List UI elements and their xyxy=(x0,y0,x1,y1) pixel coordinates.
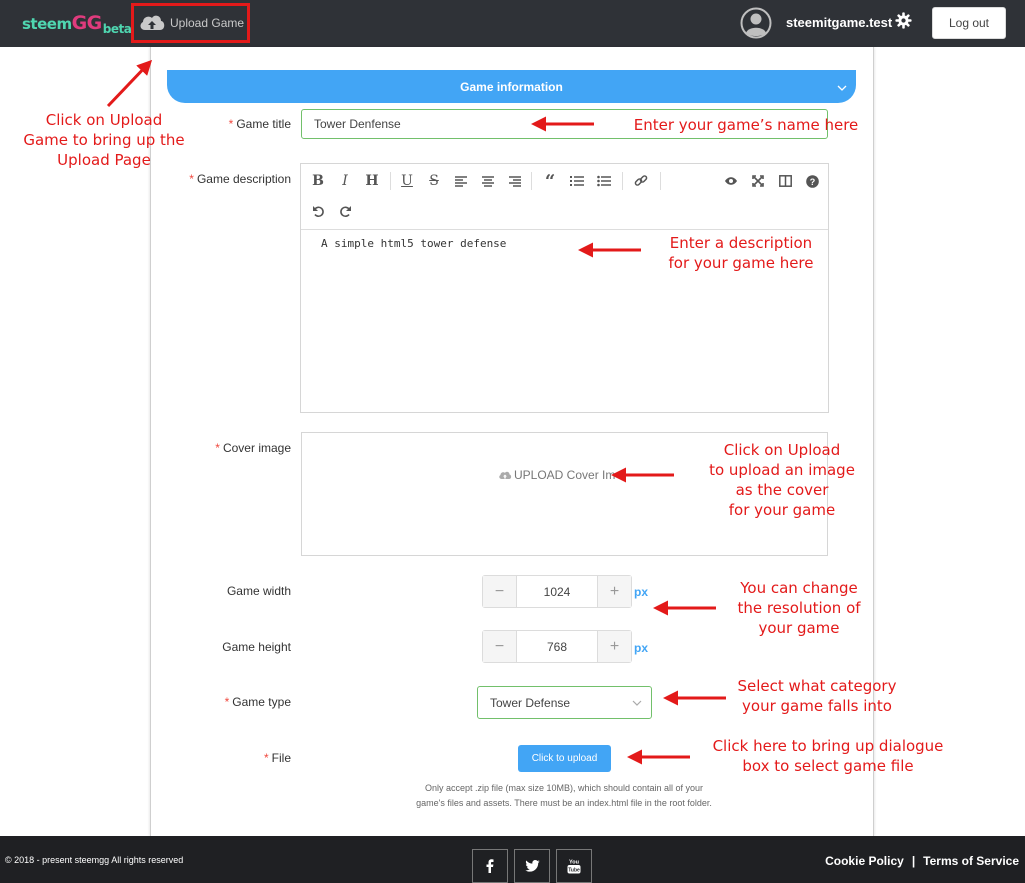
gear-icon[interactable] xyxy=(895,12,912,29)
game-description-label: * Game description xyxy=(189,172,291,186)
facebook-icon[interactable] xyxy=(472,849,508,883)
user-avatar-icon[interactable] xyxy=(740,7,772,39)
footer-links: Cookie Policy | Terms of Service xyxy=(825,854,1019,868)
chevron-down-icon xyxy=(632,700,642,706)
game-height-stepper: − 768 + xyxy=(482,630,632,663)
game-type-select[interactable]: Tower Defense xyxy=(477,686,652,719)
footer-separator: | xyxy=(911,854,916,868)
annotation-resolution: You can change the resolution of your ga… xyxy=(737,579,861,637)
align-right-icon[interactable] xyxy=(506,172,524,190)
upload-game-label: Upload Game xyxy=(170,16,245,30)
cover-upload-link[interactable]: UPLOAD Cover Im xyxy=(498,468,615,482)
game-width-input[interactable]: 1024 xyxy=(516,576,598,607)
game-type-label: * Game type xyxy=(224,695,291,709)
editor-toolbar: B I H U S “ ? xyxy=(301,164,828,230)
top-navbar: steemGGbeta Upload Game steemitgame.test… xyxy=(0,0,1025,47)
footer: © 2018 - present steemgg All rights rese… xyxy=(0,836,1025,883)
annotation-category: Select what category your game falls int… xyxy=(737,677,897,715)
underline-icon[interactable]: U xyxy=(398,172,416,190)
game-height-unit: px xyxy=(634,641,649,655)
file-hint-text: Only accept .zip file (max size 10MB), w… xyxy=(416,783,712,808)
align-center-icon[interactable] xyxy=(479,172,497,190)
cookie-policy-link[interactable]: Cookie Policy xyxy=(825,854,904,868)
game-width-decrement-button[interactable]: − xyxy=(483,576,516,607)
quote-icon[interactable]: “ xyxy=(541,171,559,192)
link-icon[interactable] xyxy=(632,172,650,190)
annotation-file: Click here to bring up dialogue box to s… xyxy=(712,737,944,775)
undo-icon[interactable] xyxy=(309,202,327,220)
annotation-title: Enter your game’s name here xyxy=(633,116,859,134)
chevron-down-icon xyxy=(837,85,847,91)
section-title: Game information xyxy=(460,79,563,94)
game-height-label: Game height xyxy=(222,640,291,654)
upload-game-nav-button[interactable]: Upload Game xyxy=(131,3,250,43)
preview-eye-icon[interactable] xyxy=(722,172,740,190)
youtube-icon[interactable]: You Tube xyxy=(556,849,592,883)
annotation-upload-nav: Click on Upload Game to bring up the Upl… xyxy=(23,111,185,169)
cloud-upload-icon xyxy=(140,15,165,30)
cover-image-label: * Cover image xyxy=(215,441,291,455)
game-width-unit: px xyxy=(634,585,649,599)
strikethrough-icon[interactable]: S xyxy=(425,172,443,190)
logout-button[interactable]: Log out xyxy=(932,7,1006,39)
svg-text:Tube: Tube xyxy=(568,868,580,874)
game-width-stepper: − 1024 + xyxy=(482,575,632,608)
game-height-increment-button[interactable]: + xyxy=(598,631,631,662)
side-by-side-icon[interactable] xyxy=(776,172,794,190)
svg-text:You: You xyxy=(569,860,579,866)
game-description-textarea[interactable]: A simple html5 tower defense xyxy=(321,237,506,250)
username[interactable]: steemitgame.test xyxy=(786,15,892,30)
ordered-list-icon[interactable] xyxy=(568,172,586,190)
fullscreen-icon[interactable] xyxy=(749,172,767,190)
align-left-icon[interactable] xyxy=(452,172,470,190)
arrow-to-upload-nav xyxy=(106,59,153,108)
bold-icon[interactable]: B xyxy=(309,172,327,190)
steemgg-logo[interactable]: steemGGbeta xyxy=(22,12,132,36)
game-width-increment-button[interactable]: + xyxy=(598,576,631,607)
unordered-list-icon[interactable] xyxy=(595,172,613,190)
help-icon[interactable]: ? xyxy=(803,172,821,190)
svg-text:?: ? xyxy=(809,177,815,187)
file-label: * File xyxy=(263,751,291,765)
game-height-input[interactable]: 768 xyxy=(516,631,598,662)
terms-of-service-link[interactable]: Terms of Service xyxy=(923,854,1019,868)
click-to-upload-button[interactable]: Click to upload xyxy=(518,745,611,772)
twitter-icon[interactable] xyxy=(514,849,550,883)
game-width-label: Game width xyxy=(226,584,291,598)
annotation-cover: Click on Upload to upload an image as th… xyxy=(709,441,855,519)
annotation-description: Enter a description for your game here xyxy=(668,234,814,272)
cloud-upload-icon xyxy=(499,471,512,479)
markdown-editor: B I H U S “ ? A simple html5 tower defen… xyxy=(300,163,829,413)
redo-icon[interactable] xyxy=(336,202,354,220)
game-information-section-header[interactable]: Game information xyxy=(167,70,856,103)
copyright-text: © 2018 - present steemgg All rights rese… xyxy=(5,855,184,865)
italic-icon[interactable]: I xyxy=(336,172,354,190)
heading-icon[interactable]: H xyxy=(363,172,381,190)
game-height-decrement-button[interactable]: − xyxy=(483,631,516,662)
